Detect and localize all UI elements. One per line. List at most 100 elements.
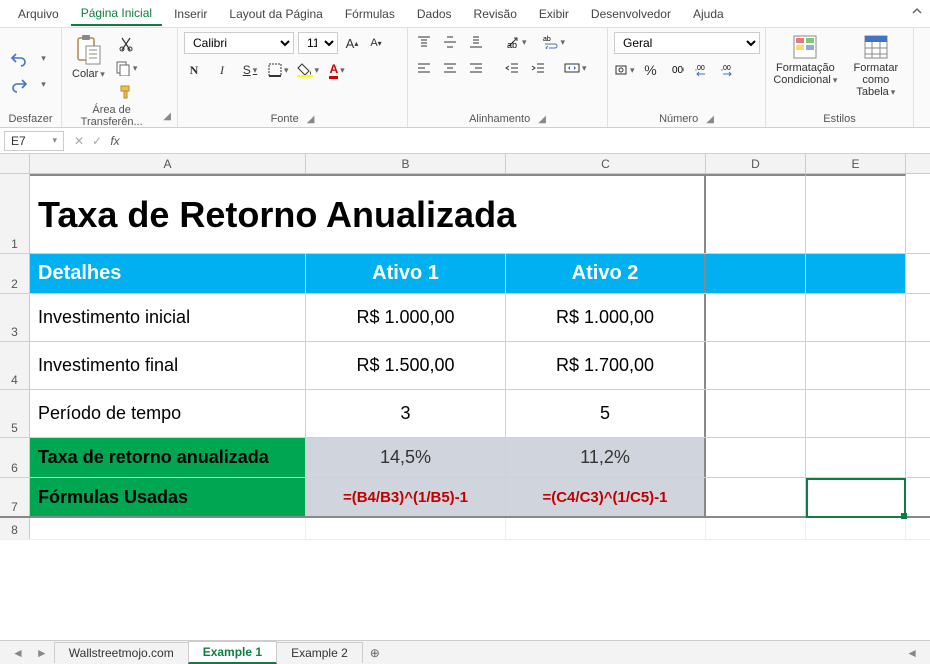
cell-d5[interactable] [706, 390, 806, 437]
format-painter-button[interactable] [116, 82, 136, 102]
sheet-tab[interactable]: Wallstreetmojo.com [54, 642, 189, 663]
fill-color-button[interactable] [297, 60, 320, 80]
cell-b4[interactable]: R$ 1.500,00 [306, 342, 506, 389]
comma-style-button[interactable]: 000 [667, 60, 687, 80]
wrap-text-button[interactable]: ab [543, 32, 566, 52]
cell-b8[interactable] [306, 518, 506, 539]
align-middle-button[interactable] [440, 32, 460, 52]
row-header[interactable]: 3 [0, 294, 30, 341]
paste-button[interactable]: Colar [68, 32, 109, 82]
clipboard-dialog-launcher[interactable]: ◢ [163, 111, 171, 122]
menu-ajuda[interactable]: Ajuda [683, 3, 734, 25]
orientation-button[interactable]: ab [506, 32, 527, 52]
cell-d2[interactable] [706, 254, 806, 293]
conditional-format-button[interactable]: Formatação Condicional [772, 32, 839, 88]
decrease-font-button[interactable]: A▾ [366, 33, 386, 53]
copy-button[interactable] [115, 58, 138, 78]
row-header[interactable]: 2 [0, 254, 30, 293]
align-right-button[interactable] [466, 58, 486, 78]
cell-c1[interactable] [506, 174, 706, 253]
cell-d6[interactable] [706, 438, 806, 477]
cell-a2[interactable]: Detalhes [30, 254, 306, 293]
row-header[interactable]: 5 [0, 390, 30, 437]
cell-c4[interactable]: R$ 1.700,00 [506, 342, 706, 389]
row-header[interactable]: 4 [0, 342, 30, 389]
tab-nav-prev[interactable]: ◄ [6, 646, 30, 660]
cell-e8[interactable] [806, 518, 906, 539]
cell-b7[interactable]: =(B4/B3)^(1/B5)-1 [306, 478, 506, 516]
name-box[interactable]: E7▾ [4, 131, 64, 151]
select-all-corner[interactable] [0, 154, 30, 173]
border-button[interactable] [268, 60, 289, 80]
menu-pagina-inicial[interactable]: Página Inicial [71, 2, 162, 26]
sheet-tab[interactable]: Example 2 [276, 642, 363, 663]
cut-button[interactable] [116, 34, 136, 54]
tab-scroll-left[interactable]: ◄ [900, 646, 924, 660]
number-format-select[interactable]: Geral [614, 32, 760, 54]
merge-button[interactable] [564, 58, 587, 78]
row-header[interactable]: 8 [0, 518, 30, 539]
cell-b1[interactable] [306, 174, 506, 253]
cell-d3[interactable] [706, 294, 806, 341]
font-size-select[interactable]: 11 [298, 32, 338, 54]
col-header-e[interactable]: E [806, 154, 906, 173]
cancel-formula-icon[interactable]: ✕ [70, 134, 88, 148]
align-top-button[interactable] [414, 32, 434, 52]
cell-d1[interactable] [706, 174, 806, 253]
menu-layout[interactable]: Layout da Página [219, 3, 332, 25]
alignment-dialog-launcher[interactable]: ◢ [538, 114, 546, 125]
spreadsheet-grid[interactable]: A B C D E 1 Taxa de Retorno Anualizada 2… [0, 154, 930, 640]
accounting-format-button[interactable] [614, 60, 635, 80]
row-header[interactable]: 1 [0, 174, 30, 253]
cell-b5[interactable]: 3 [306, 390, 506, 437]
cell-c6[interactable]: 11,2% [506, 438, 706, 477]
menu-dados[interactable]: Dados [407, 3, 462, 25]
underline-button[interactable]: S [240, 60, 260, 80]
cell-a6[interactable]: Taxa de retorno anualizada [30, 438, 306, 477]
col-header-d[interactable]: D [706, 154, 806, 173]
percent-button[interactable]: % [641, 60, 661, 80]
ribbon-collapse-icon[interactable] [910, 4, 924, 18]
menu-revisao[interactable]: Revisão [464, 3, 527, 25]
cell-b3[interactable]: R$ 1.000,00 [306, 294, 506, 341]
cell-d4[interactable] [706, 342, 806, 389]
enter-formula-icon[interactable]: ✓ [88, 134, 106, 148]
number-dialog-launcher[interactable]: ◢ [706, 114, 714, 125]
cell-e2[interactable] [806, 254, 906, 293]
new-sheet-button[interactable]: ⊕ [362, 644, 388, 662]
font-name-select[interactable]: Calibri [184, 32, 294, 54]
decrease-decimal-button[interactable]: ,00 [719, 60, 739, 80]
cell-e4[interactable] [806, 342, 906, 389]
cell-d7[interactable] [706, 478, 806, 516]
cell-a4[interactable]: Investimento final [30, 342, 306, 389]
align-center-button[interactable] [440, 58, 460, 78]
italic-button[interactable]: I [212, 60, 232, 80]
cell-a3[interactable]: Investimento inicial [30, 294, 306, 341]
undo-button[interactable] [9, 49, 29, 69]
decrease-indent-button[interactable] [502, 58, 522, 78]
cell-e1[interactable] [806, 174, 906, 253]
bold-button[interactable]: N [184, 60, 204, 80]
cell-a7[interactable]: Fórmulas Usadas [30, 478, 306, 516]
redo-button[interactable] [9, 75, 29, 95]
cell-c8[interactable] [506, 518, 706, 539]
font-color-button[interactable]: A [327, 60, 347, 80]
cell-c2[interactable]: Ativo 2 [506, 254, 706, 293]
row-header[interactable]: 7 [0, 478, 30, 516]
menu-inserir[interactable]: Inserir [164, 3, 217, 25]
font-dialog-launcher[interactable]: ◢ [307, 114, 315, 125]
align-bottom-button[interactable] [466, 32, 486, 52]
row-header[interactable]: 6 [0, 438, 30, 477]
sheet-tab[interactable]: Example 1 [188, 641, 277, 664]
col-header-b[interactable]: B [306, 154, 506, 173]
cell-c5[interactable]: 5 [506, 390, 706, 437]
menu-arquivo[interactable]: Arquivo [8, 3, 69, 25]
cell-e7[interactable] [806, 478, 906, 516]
redo-dropdown[interactable] [33, 75, 53, 95]
cell-e3[interactable] [806, 294, 906, 341]
increase-decimal-button[interactable]: ,00 [693, 60, 713, 80]
cell-b2[interactable]: Ativo 1 [306, 254, 506, 293]
menu-desenvolvedor[interactable]: Desenvolvedor [581, 3, 681, 25]
cell-c7[interactable]: =(C4/C3)^(1/C5)-1 [506, 478, 706, 516]
cell-a8[interactable] [30, 518, 306, 539]
